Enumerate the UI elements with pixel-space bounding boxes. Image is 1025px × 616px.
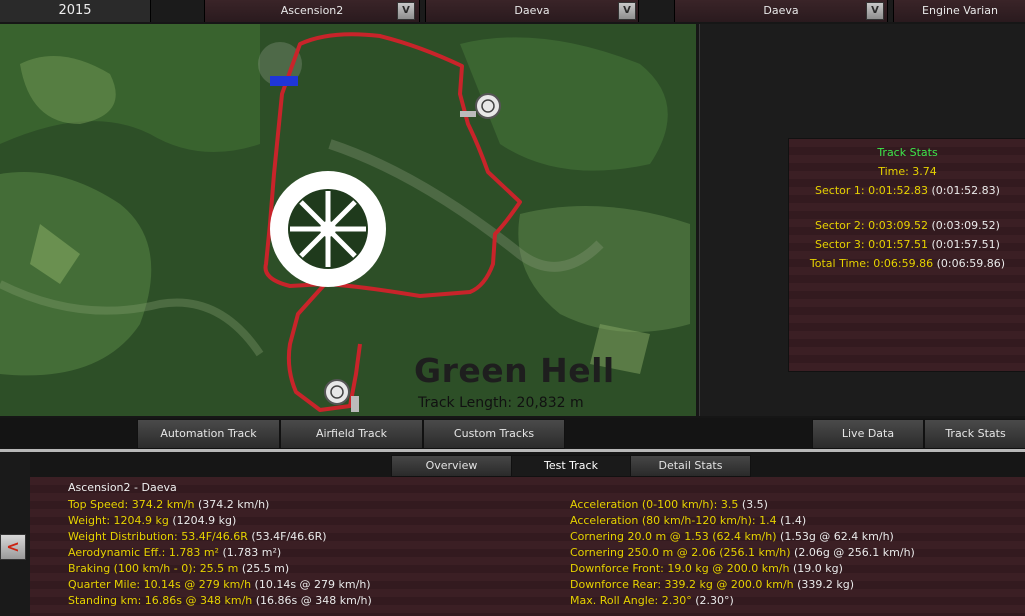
stat-reference: (3.5) <box>741 498 768 511</box>
sector-2-value: Sector 2: 0:03:09.52 <box>815 219 928 232</box>
stat-cornering-250m: Cornering 250.0 m @ 2.06 (256.1 km/h) (2… <box>570 546 915 559</box>
stat-standing-km: Standing km: 16.86s @ 348 km/h (16.86s @… <box>68 594 372 607</box>
sector-3-value: Sector 3: 0:01:57.51 <box>815 238 928 251</box>
track-map: Green Hell Track Length: 20,832 m <box>0 24 696 416</box>
sector-1-reference: (0:01:52.83) <box>931 184 1000 197</box>
stat-reference: (1204.9 kg) <box>172 514 237 527</box>
stat-label: Downforce Front: 19.0 kg @ 200.0 km/h <box>570 562 790 575</box>
tab-track-stats[interactable]: Track Stats <box>924 419 1025 449</box>
stat-reference: (53.4F/46.6R) <box>251 530 327 543</box>
sector-2-reference: (0:03:09.52) <box>931 219 1000 232</box>
stat-weight: Weight: 1204.9 kg (1204.9 kg) <box>68 514 236 527</box>
detail-title: Ascension2 - Daeva <box>68 481 177 494</box>
start-flag-icon <box>270 76 298 86</box>
tab-detail-stats[interactable]: Detail Stats <box>630 455 751 477</box>
sector-2-stat: Sector 2: 0:03:09.52 (0:03:09.52) <box>789 219 1025 232</box>
trim-selector-label: Daeva <box>514 4 550 17</box>
stat-reference: (19.0 kg) <box>792 562 843 575</box>
year-display: 2015 <box>0 0 151 22</box>
tab-test-track[interactable]: Test Track <box>511 455 631 477</box>
stat-label: Braking (100 km/h - 0): 25.5 m <box>68 562 239 575</box>
model-selector[interactable]: Ascension2 <box>204 0 420 22</box>
total-time-reference: (0:06:59.86) <box>936 257 1006 270</box>
stat-label: Weight Distribution: 53.4F/46.6R <box>68 530 248 543</box>
track-length: Track Length: 20,832 m <box>418 395 584 411</box>
stat-reference: (339.2 kg) <box>797 578 855 591</box>
stat-label: Top Speed: 374.2 km/h <box>68 498 195 511</box>
tab-custom-tracks[interactable]: Custom Tracks <box>423 419 565 449</box>
sector-3-reference: (0:01:57.51) <box>931 238 1000 251</box>
sector-3-stat: Sector 3: 0:01:57.51 (0:01:57.51) <box>789 238 1025 251</box>
model-selector-label: Ascension2 <box>280 4 344 17</box>
stat-label: Downforce Rear: 339.2 kg @ 200.0 km/h <box>570 578 794 591</box>
stat-downforce-rear: Downforce Rear: 339.2 kg @ 200.0 km/h (3… <box>570 578 854 591</box>
stat-top-speed: Top Speed: 374.2 km/h (374.2 km/h) <box>68 498 269 511</box>
stat-label: Acceleration (0-100 km/h): 3.5 <box>570 498 739 511</box>
model-dropdown-button[interactable]: V <box>397 2 415 20</box>
time-stat: Time: 3.74 <box>878 165 937 178</box>
stat-reference: (16.86s @ 348 km/h) <box>255 594 372 607</box>
engine-dropdown-button[interactable]: V <box>866 2 884 20</box>
engine-selector-label: Daeva <box>763 4 799 17</box>
stat-label: Cornering 20.0 m @ 1.53 (62.4 km/h) <box>570 530 777 543</box>
engine-variant-label: Engine Varian <box>922 4 998 17</box>
trim-dropdown-button[interactable]: V <box>618 2 636 20</box>
stat-acceleration-80-120: Acceleration (80 km/h-120 km/h): 1.4 (1.… <box>570 514 806 527</box>
stat-label: Max. Roll Angle: 2.30° <box>570 594 692 607</box>
stat-reference: (1.53g @ 62.4 km/h) <box>780 530 894 543</box>
stat-label: Aerodynamic Eff.: 1.783 m² <box>68 546 219 559</box>
stat-label: Quarter Mile: 10.14s @ 279 km/h <box>68 578 252 591</box>
stat-weight-distribution: Weight Distribution: 53.4F/46.6R (53.4F/… <box>68 530 327 543</box>
stat-braking: Braking (100 km/h - 0): 25.5 m (25.5 m) <box>68 562 289 575</box>
stat-max-roll-angle: Max. Roll Angle: 2.30° (2.30°) <box>570 594 734 607</box>
track-name: Green Hell <box>414 351 615 390</box>
engine-selector[interactable]: Daeva <box>674 0 888 22</box>
stat-label: Cornering 250.0 m @ 2.06 (256.1 km/h) <box>570 546 791 559</box>
track-stats-box: Track Stats Time: 3.74 Sector 1: 0:01:52… <box>788 138 1025 372</box>
stat-quarter-mile: Quarter Mile: 10.14s @ 279 km/h (10.14s … <box>68 578 371 591</box>
stat-aerodynamic-efficiency: Aerodynamic Eff.: 1.783 m² (1.783 m²) <box>68 546 281 559</box>
sector-1-stat: Sector 1: 0:01:52.83 (0:01:52.83) <box>789 184 1025 197</box>
stat-reference: (2.30°) <box>695 594 734 607</box>
total-time-stat: Total Time: 0:06:59.86 (0:06:59.86) <box>789 257 1025 270</box>
stat-reference: (25.5 m) <box>241 562 290 575</box>
stat-reference: (1.783 m²) <box>222 546 282 559</box>
tab-automation-track[interactable]: Automation Track <box>137 419 280 449</box>
stat-downforce-front: Downforce Front: 19.0 kg @ 200.0 km/h (1… <box>570 562 843 575</box>
track-stats-title: Track Stats <box>877 146 938 159</box>
stat-acceleration-0-100: Acceleration (0-100 km/h): 3.5 (3.5) <box>570 498 768 511</box>
back-button[interactable]: < <box>0 534 26 560</box>
stat-label: Acceleration (80 km/h-120 km/h): 1.4 <box>570 514 777 527</box>
stat-reference: (2.06g @ 256.1 km/h) <box>794 546 915 559</box>
tire-icon <box>270 171 386 287</box>
tab-live-data[interactable]: Live Data <box>812 419 924 449</box>
section-divider <box>0 449 1025 452</box>
engine-variant-selector[interactable]: Engine Varian <box>893 0 1025 22</box>
stat-reference: (1.4) <box>780 514 807 527</box>
stat-cornering-20m: Cornering 20.0 m @ 1.53 (62.4 km/h) (1.5… <box>570 530 894 543</box>
tab-overview[interactable]: Overview <box>391 455 512 477</box>
sector-1-value: Sector 1: 0:01:52.83 <box>815 184 928 197</box>
trim-selector[interactable]: Daeva <box>425 0 639 22</box>
stat-label: Weight: 1204.9 kg <box>68 514 169 527</box>
stat-label: Standing km: 16.86s @ 348 km/h <box>68 594 253 607</box>
top-selector-bar: 2015 Ascension2 V Daeva V Daeva V Engine… <box>0 0 1025 22</box>
stat-reference: (374.2 km/h) <box>198 498 270 511</box>
stat-reference: (10.14s @ 279 km/h) <box>254 578 371 591</box>
tab-airfield-track[interactable]: Airfield Track <box>280 419 423 449</box>
total-time-value: Total Time: 0:06:59.86 <box>809 257 934 270</box>
